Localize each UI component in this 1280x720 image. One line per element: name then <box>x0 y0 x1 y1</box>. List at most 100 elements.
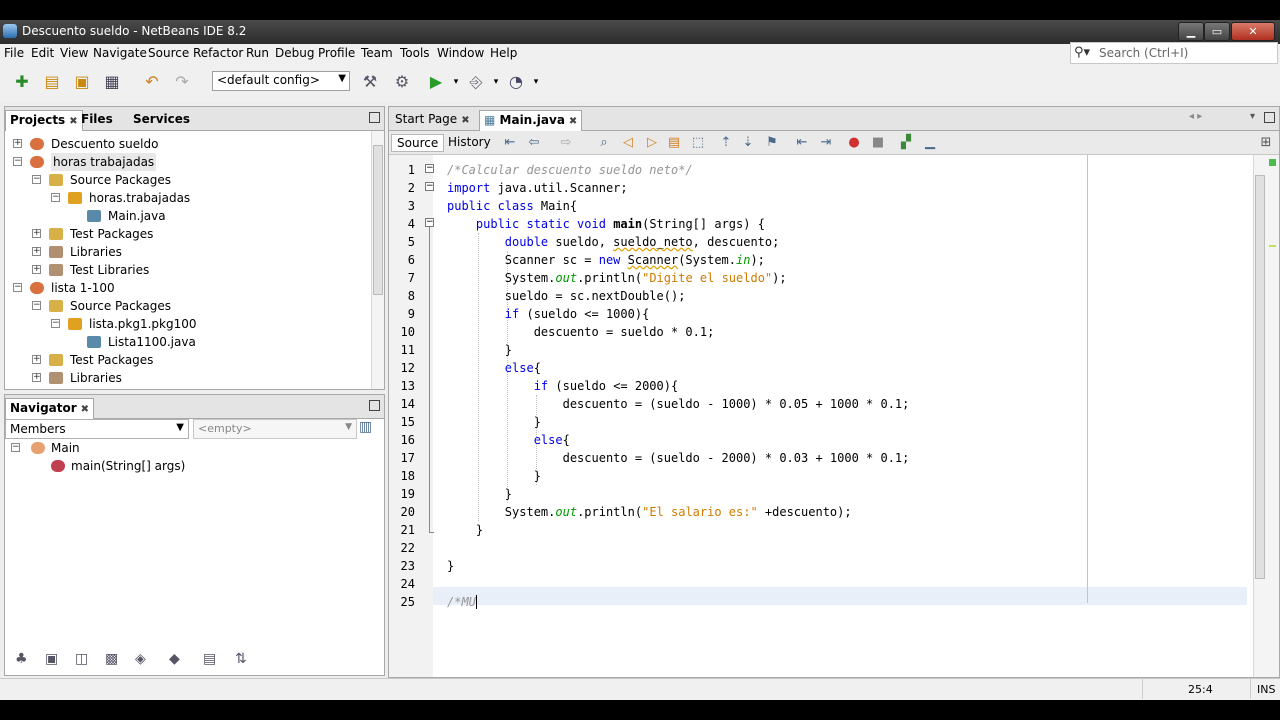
minimize-panel-icon[interactable] <box>369 112 380 123</box>
search-box[interactable]: ⚲▾ Search (Ctrl+I) <box>1070 42 1278 64</box>
build-icon[interactable]: ⚒ <box>358 70 382 94</box>
shift-left-icon[interactable]: ⇤ <box>793 134 811 152</box>
clean-build-icon[interactable]: ⚙ <box>390 70 414 94</box>
menu-profile[interactable]: Profile <box>318 46 355 60</box>
status-bar: 25:4 INS <box>0 678 1280 700</box>
previous-bookmark-icon[interactable]: ⇡ <box>717 134 735 152</box>
close-icon[interactable]: ✖ <box>81 404 89 415</box>
menu-edit[interactable]: Edit <box>31 46 54 60</box>
profile-dropdown-icon[interactable]: ▾ <box>524 70 548 94</box>
minimize-panel-icon[interactable] <box>369 400 380 411</box>
new-project-icon[interactable]: ✚ <box>10 70 34 94</box>
collapse-icon[interactable]: − <box>32 301 41 310</box>
code-line: } <box>447 485 512 503</box>
maximize-button[interactable]: ▭ <box>1204 22 1230 41</box>
expand-icon[interactable]: + <box>32 247 41 256</box>
menu-refactor[interactable]: Refactor <box>193 46 243 60</box>
code-token: public static void <box>475 217 614 231</box>
menu-team[interactable]: Team <box>361 46 393 60</box>
fold-collapse-icon[interactable]: − <box>425 218 434 227</box>
sort-by-source-icon[interactable]: ▤ <box>203 651 216 667</box>
collapse-icon[interactable]: − <box>32 175 41 184</box>
config-select[interactable]: <default config> ▼ <box>212 71 350 91</box>
show-static-icon[interactable]: ◫ <box>75 651 88 667</box>
navigator-options-icon[interactable]: ▥ <box>359 419 377 437</box>
maximize-editor-icon[interactable] <box>1264 112 1275 123</box>
find-previous-icon[interactable]: ◁ <box>619 134 637 152</box>
find-next-icon[interactable]: ▷ <box>643 134 661 152</box>
toggle-highlight-icon[interactable]: ▤ <box>665 134 683 152</box>
code-area[interactable]: /*Calcular descuento sueldo neto*/ import… <box>447 155 1245 677</box>
expand-icon[interactable]: + <box>32 265 41 274</box>
split-editor-icon[interactable]: ⊞ <box>1257 134 1275 152</box>
projects-scroll-thumb[interactable] <box>373 145 383 295</box>
collapse-icon[interactable]: − <box>51 193 60 202</box>
forward-icon[interactable]: ⇨ <box>557 134 575 152</box>
back-icon[interactable]: ⇦ <box>525 134 543 152</box>
tree-node-label: Test Packages <box>70 227 154 241</box>
menu-navigate[interactable]: Navigate <box>93 46 147 60</box>
menu-debug[interactable]: Debug <box>275 46 314 60</box>
show-non-public-icon[interactable]: ▩ <box>105 651 118 667</box>
menu-window[interactable]: Window <box>437 46 484 60</box>
tab-main-java[interactable]: ▦ Main.java ✖ <box>479 110 583 131</box>
warning-mark[interactable] <box>1269 245 1276 247</box>
last-edit-icon[interactable]: ⇤ <box>501 134 519 152</box>
sort-by-name-icon[interactable]: ⇅ <box>235 651 247 667</box>
collapse-icon[interactable]: − <box>13 157 22 166</box>
shift-right-icon[interactable]: ⇥ <box>817 134 835 152</box>
start-macro-icon[interactable]: ● <box>845 134 863 152</box>
show-inner-classes-icon[interactable]: ◈ <box>135 651 146 667</box>
collapse-icon[interactable]: − <box>51 319 60 328</box>
show-fields-icon[interactable]: ▣ <box>45 651 58 667</box>
toggle-bookmark-icon[interactable]: ⚑ <box>763 134 781 152</box>
uncomment-icon[interactable]: ▁ <box>921 134 939 152</box>
tab-navigator[interactable]: Navigator ✖ <box>5 398 95 419</box>
code-line: else{ <box>447 431 570 449</box>
open-project-icon[interactable]: ▣ <box>70 70 94 94</box>
collapse-icon[interactable]: − <box>13 283 22 292</box>
expand-icon[interactable]: + <box>32 355 41 364</box>
show-opened-docs-icon[interactable]: ▾ <box>1250 111 1255 122</box>
menu-file[interactable]: File <box>4 46 24 60</box>
expand-icon[interactable]: + <box>32 229 41 238</box>
expand-icon[interactable]: + <box>13 139 22 148</box>
menu-help[interactable]: Help <box>490 46 517 60</box>
menu-run[interactable]: Run <box>246 46 269 60</box>
code-token: Scanner <box>627 253 679 267</box>
new-file-icon[interactable]: ▤ <box>40 70 64 94</box>
source-mode-button[interactable]: Source <box>391 134 445 152</box>
filter-select[interactable]: <empty> ▼ <box>193 419 357 439</box>
find-icon[interactable]: ⌕ <box>595 134 613 152</box>
save-all-icon[interactable]: ▦ <box>100 70 124 94</box>
undo-icon[interactable]: ↶ <box>140 70 164 94</box>
next-bookmark-icon[interactable]: ⇣ <box>739 134 757 152</box>
comment-icon[interactable]: ▞ <box>897 134 915 152</box>
expand-icon[interactable]: + <box>32 373 41 382</box>
redo-icon[interactable]: ↷ <box>170 70 194 94</box>
projects-scrollbar[interactable] <box>371 131 384 389</box>
toggle-rect-selection-icon[interactable]: ⬚ <box>689 134 707 152</box>
inherited-members-icon[interactable]: ♣ <box>15 651 28 667</box>
editor-scrollbar[interactable] <box>1253 155 1266 677</box>
editor-scroll-thumb[interactable] <box>1255 175 1265 579</box>
menu-source[interactable]: Source <box>148 46 189 60</box>
error-stripe[interactable] <box>1266 155 1279 677</box>
collapse-icon[interactable]: − <box>11 443 20 452</box>
scroll-tabs-icon[interactable]: ◂ ▸ <box>1189 111 1229 125</box>
show-fqn-icon[interactable]: ◆ <box>169 651 180 667</box>
menu-tools[interactable]: Tools <box>400 46 430 60</box>
members-select[interactable]: Members ▼ <box>5 419 189 439</box>
tab-start-page[interactable]: Start Page ✖ <box>391 110 474 131</box>
close-window-button[interactable]: ✕ <box>1231 22 1275 41</box>
line-number: 2 <box>407 181 415 195</box>
menu-view[interactable]: View <box>60 46 88 60</box>
close-icon[interactable]: ✖ <box>569 116 577 127</box>
close-icon[interactable]: ✖ <box>461 115 469 126</box>
fold-collapse-icon[interactable]: − <box>425 164 434 173</box>
fold-collapse-icon[interactable]: − <box>425 182 434 191</box>
history-mode-button[interactable]: History <box>443 134 496 152</box>
stop-macro-icon[interactable]: ■ <box>869 134 887 152</box>
minimize-button[interactable]: ▁ <box>1178 22 1204 41</box>
